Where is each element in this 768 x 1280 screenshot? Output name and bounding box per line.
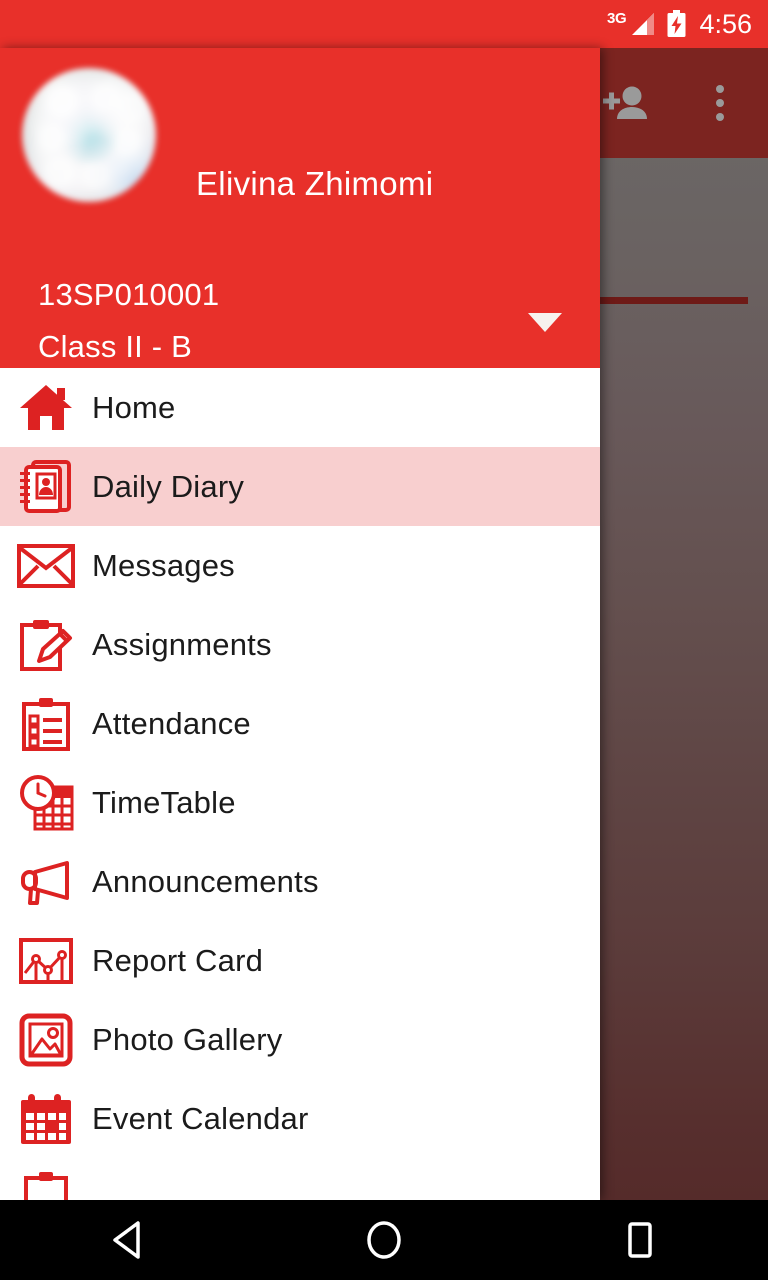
profile-student-id: 13SP010001: [38, 277, 220, 312]
sidebar-item-label: Event Calendar: [92, 1100, 309, 1136]
contact-book-icon: [0, 459, 92, 515]
sidebar-item-messages[interactable]: Messages: [0, 526, 600, 605]
signal-bars-icon: [630, 11, 656, 37]
sidebar-item-event-calendar[interactable]: Event Calendar: [0, 1079, 600, 1158]
navigation-drawer: Elivina Zhimomi 13SP010001 Class II - B …: [0, 48, 600, 1200]
sidebar-item-label: TimeTable: [92, 784, 236, 820]
clipboard-pencil-icon: [0, 617, 92, 673]
overflow-menu-icon[interactable]: [694, 77, 746, 129]
profile-name: Elivina Zhimomi: [196, 165, 434, 202]
sidebar-item-assignments[interactable]: Assignments: [0, 605, 600, 684]
sidebar-item-announcements[interactable]: Announcements: [0, 842, 600, 921]
sidebar-item-photo-gallery[interactable]: Photo Gallery: [0, 1000, 600, 1079]
drawer-menu: Home Daily Diary Messages Assignments At…: [0, 368, 600, 1200]
image-icon: [0, 1013, 92, 1067]
clock-calendar-icon: [0, 774, 92, 831]
sidebar-item-label: Announcements: [92, 863, 319, 899]
sidebar-item-report-card[interactable]: Report Card: [0, 921, 600, 1000]
envelope-icon: [0, 543, 92, 588]
home-circle-icon[interactable]: [256, 1217, 512, 1263]
sidebar-item-label: Report Card: [92, 942, 264, 978]
recents-square-icon[interactable]: [512, 1217, 768, 1263]
status-clock: 4:56: [699, 8, 752, 39]
phone-screen: 3G 4:56 Elivina Zhimomi 13SP010001 Class…: [0, 0, 768, 1280]
sidebar-item-daily-diary[interactable]: Daily Diary: [0, 447, 600, 526]
chevron-down-icon[interactable]: [528, 313, 562, 332]
sidebar-item-label: Messages: [92, 547, 235, 583]
sidebar-item-label: Attendance: [92, 705, 251, 741]
add-person-icon[interactable]: [600, 77, 652, 129]
sidebar-item-label: Photo Gallery: [92, 1021, 283, 1057]
sidebar-item-partial[interactable]: [0, 1158, 600, 1200]
calendar-icon: [0, 1093, 92, 1145]
sidebar-item-home[interactable]: Home: [0, 368, 600, 447]
profile-class: Class II - B: [38, 329, 192, 364]
network-type-label: 3G: [607, 10, 627, 27]
sidebar-item-attendance[interactable]: Attendance: [0, 684, 600, 763]
clipboard-check-icon: [0, 696, 92, 752]
avatar[interactable]: [22, 68, 156, 202]
drawer-header[interactable]: Elivina Zhimomi 13SP010001 Class II - B: [0, 48, 600, 368]
clipboard-partial-icon: [0, 1170, 92, 1200]
status-bar: 3G 4:56: [0, 0, 768, 48]
battery-charging-icon: [667, 10, 686, 38]
sidebar-item-label: Assignments: [92, 626, 272, 662]
sidebar-item-label: Home: [92, 389, 176, 425]
chart-report-icon: [0, 937, 92, 985]
android-navigation-bar: [0, 1200, 768, 1280]
home-icon: [0, 383, 92, 433]
megaphone-icon: [0, 858, 92, 906]
sidebar-item-label: Daily Diary: [92, 468, 245, 504]
sidebar-item-timetable[interactable]: TimeTable: [0, 763, 600, 842]
back-triangle-icon[interactable]: [0, 1219, 256, 1261]
